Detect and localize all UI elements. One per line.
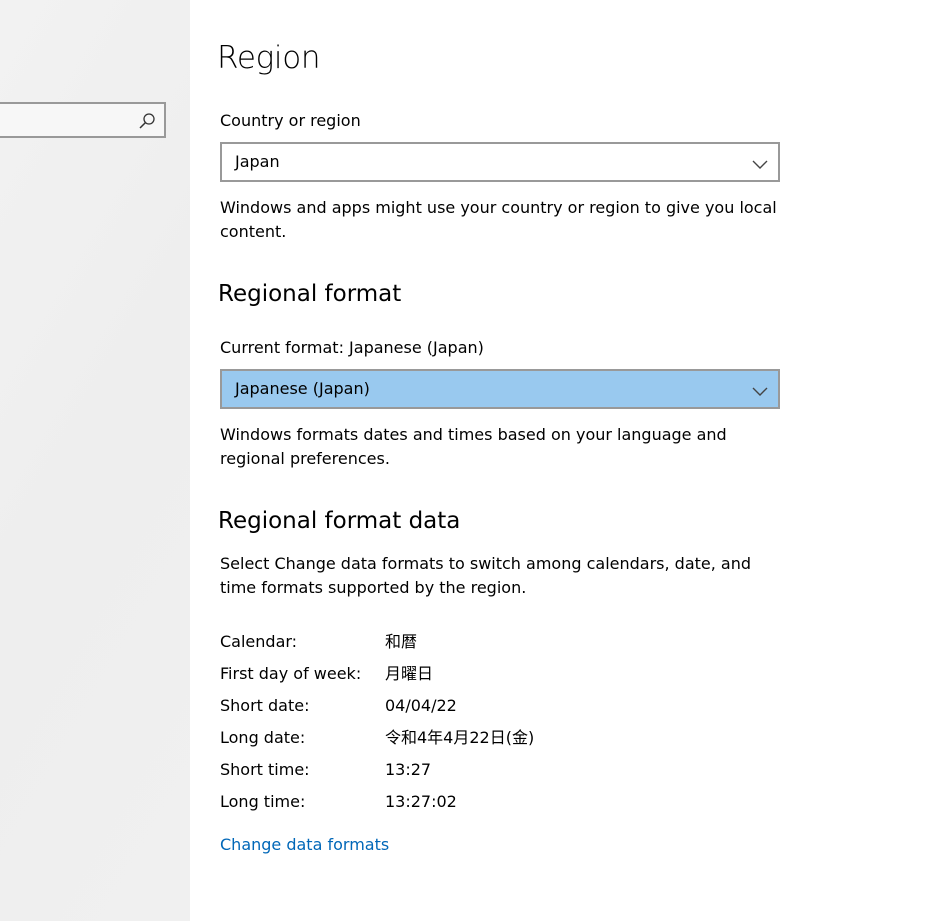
current-format-label: Current format: Japanese (Japan) xyxy=(220,338,484,357)
search-input[interactable] xyxy=(0,102,166,138)
format-row-value: 月曜日 xyxy=(385,664,434,683)
page-title: Region xyxy=(217,40,321,76)
regional-format-data-description: Select Change data formats to switch amo… xyxy=(220,554,752,597)
format-row-long-date: Long date: 令和4年4月22日(金) xyxy=(220,726,720,758)
regional-format-dropdown[interactable]: Japanese (Japan) xyxy=(220,369,780,409)
search-icon[interactable] xyxy=(138,112,156,130)
format-row-label: Calendar: xyxy=(220,632,298,651)
regional-format-heading: Regional format xyxy=(218,281,402,307)
country-label: Country or region xyxy=(220,111,361,130)
format-row-value: 13:27 xyxy=(385,760,432,779)
format-row-calendar: Calendar: 和暦 xyxy=(220,630,720,662)
format-row-value: 令和4年4月22日(金) xyxy=(385,728,535,747)
chevron-down-icon xyxy=(752,382,768,396)
format-row-label: Short date: xyxy=(220,696,310,715)
regional-format-dropdown-value: Japanese (Japan) xyxy=(235,379,370,398)
format-row-value: 13:27:02 xyxy=(385,792,457,811)
change-data-formats-link[interactable]: Change data formats xyxy=(220,835,389,854)
sidebar xyxy=(0,0,190,921)
format-row-label: Short time: xyxy=(220,760,310,779)
format-row-label: First day of week: xyxy=(220,664,362,683)
format-row-short-time: Short time: 13:27 xyxy=(220,758,720,790)
regional-format-data-heading: Regional format data xyxy=(218,508,461,534)
country-dropdown[interactable]: Japan xyxy=(220,142,780,182)
format-row-long-time: Long time: 13:27:02 xyxy=(220,790,720,822)
chevron-down-icon xyxy=(752,155,768,169)
format-row-value: 和暦 xyxy=(385,632,418,651)
format-row-label: Long date: xyxy=(220,728,306,747)
format-row-value: 04/04/22 xyxy=(385,696,457,715)
country-dropdown-value: Japan xyxy=(235,152,280,171)
format-row-short-date: Short date: 04/04/22 xyxy=(220,694,720,726)
format-row-first-day-of-week: First day of week: 月曜日 xyxy=(220,662,720,694)
regional-format-description: Windows formats dates and times based on… xyxy=(220,425,727,468)
main-content: Region Country or region Japan Windows a… xyxy=(190,0,928,921)
country-description: Windows and apps might use your country … xyxy=(220,198,777,241)
format-row-label: Long time: xyxy=(220,792,306,811)
